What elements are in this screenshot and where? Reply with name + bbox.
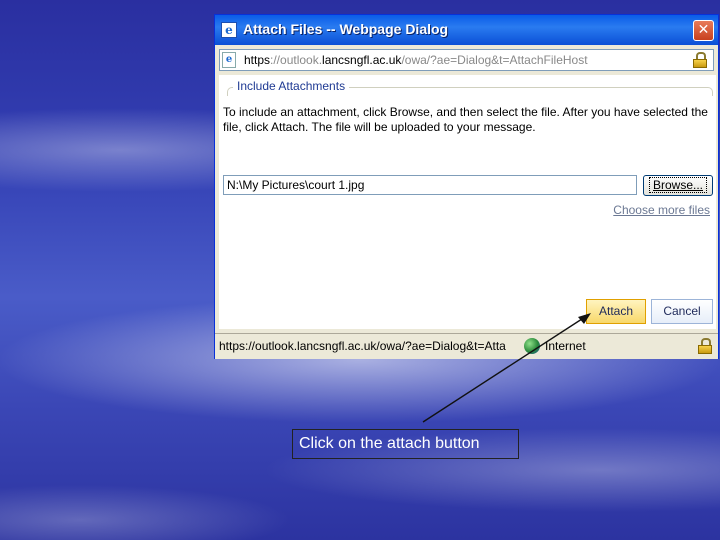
address-bar: e https://outlook.lancsngfl.ac.uk/owa/?a… xyxy=(219,49,714,71)
instruction-caption: Click on the attach button xyxy=(292,429,519,459)
attach-files-dialog: e Attach Files -- Webpage Dialog ✕ e htt… xyxy=(214,14,719,359)
browse-button[interactable]: Browse... xyxy=(643,175,713,196)
close-icon[interactable]: ✕ xyxy=(693,20,714,41)
globe-icon xyxy=(524,338,540,354)
fieldset-legend: Include Attachments xyxy=(233,79,350,93)
browse-label: Browse... xyxy=(648,177,707,193)
status-bar: https://outlook.lancsngfl.ac.uk/owa/?ae=… xyxy=(215,333,718,359)
ie-page-icon: e xyxy=(221,22,237,38)
dialog-title: Attach Files -- Webpage Dialog xyxy=(243,21,449,37)
attach-button[interactable]: Attach xyxy=(586,299,646,324)
lock-icon xyxy=(693,52,707,68)
status-lock-icon xyxy=(698,338,712,354)
title-bar[interactable]: e Attach Files -- Webpage Dialog ✕ xyxy=(215,15,718,45)
address-url: https://outlook.lancsngfl.ac.uk/owa/?ae=… xyxy=(244,53,588,67)
choose-more-files-link[interactable]: Choose more files xyxy=(613,203,710,217)
cancel-button[interactable]: Cancel xyxy=(651,299,713,324)
instructions-text: To include an attachment, click Browse, … xyxy=(223,105,708,134)
dialog-content: Include Attachments To include an attach… xyxy=(219,75,716,329)
status-url: https://outlook.lancsngfl.ac.uk/owa/?ae=… xyxy=(219,339,506,353)
file-path-input[interactable]: N:\My Pictures\court 1.jpg xyxy=(223,175,637,195)
security-zone: Internet xyxy=(545,339,586,353)
page-icon: e xyxy=(222,52,236,68)
